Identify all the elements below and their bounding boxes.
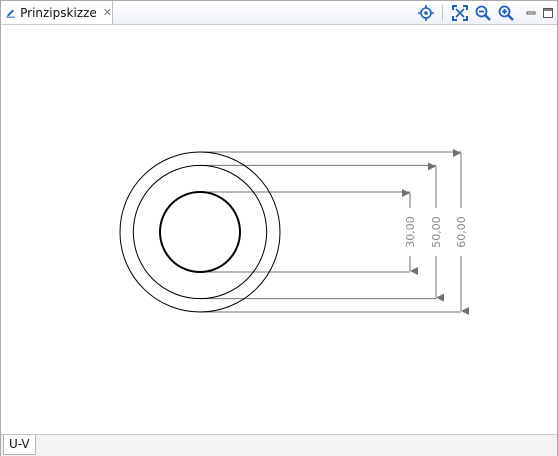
toolbar-separator bbox=[442, 5, 443, 21]
sketch-canvas[interactable]: 60,00 50,00 30,00 bbox=[3, 25, 555, 433]
tab-u-v-label: U-V bbox=[9, 437, 30, 451]
sketch-drawing: 60,00 50,00 30,00 bbox=[119, 149, 469, 315]
minimize-button[interactable] bbox=[524, 6, 538, 20]
zoom-out-icon bbox=[475, 5, 491, 21]
view-tab-bar: Prinzipskizze ✕ bbox=[1, 1, 557, 25]
close-icon[interactable]: ✕ bbox=[103, 7, 112, 18]
fit-to-screen-button[interactable] bbox=[450, 3, 470, 23]
center-view-button[interactable] bbox=[416, 3, 436, 23]
zoom-in-button[interactable] bbox=[496, 3, 516, 23]
pencil-edit-icon bbox=[6, 9, 15, 18]
maximize-icon bbox=[543, 8, 553, 18]
tab-u-v[interactable]: U-V bbox=[3, 435, 36, 455]
circle-d60 bbox=[119, 151, 281, 313]
circle-d30 bbox=[159, 191, 241, 273]
tab-prinzipskizze[interactable]: Prinzipskizze ✕ bbox=[1, 1, 113, 24]
dimension-label-d30: 30,00 bbox=[404, 216, 417, 248]
tab-label: Prinzipskizze bbox=[20, 5, 97, 20]
bottom-tab-bar: U-V bbox=[1, 434, 557, 456]
circle-d50 bbox=[132, 164, 268, 300]
dimension-label-d50: 50,00 bbox=[430, 216, 443, 248]
view-toolbar bbox=[413, 3, 555, 23]
fit-to-screen-icon bbox=[452, 5, 468, 21]
zoom-out-button[interactable] bbox=[473, 3, 493, 23]
target-center-icon bbox=[418, 5, 434, 21]
prinzipskizze-view: Prinzipskizze ✕ 60,00 50,00 30,00 U-V bbox=[0, 0, 558, 456]
dimension-label-d60: 60,00 bbox=[455, 216, 468, 248]
maximize-button[interactable] bbox=[541, 6, 555, 20]
minimize-icon bbox=[526, 11, 536, 15]
zoom-in-icon bbox=[498, 5, 514, 21]
